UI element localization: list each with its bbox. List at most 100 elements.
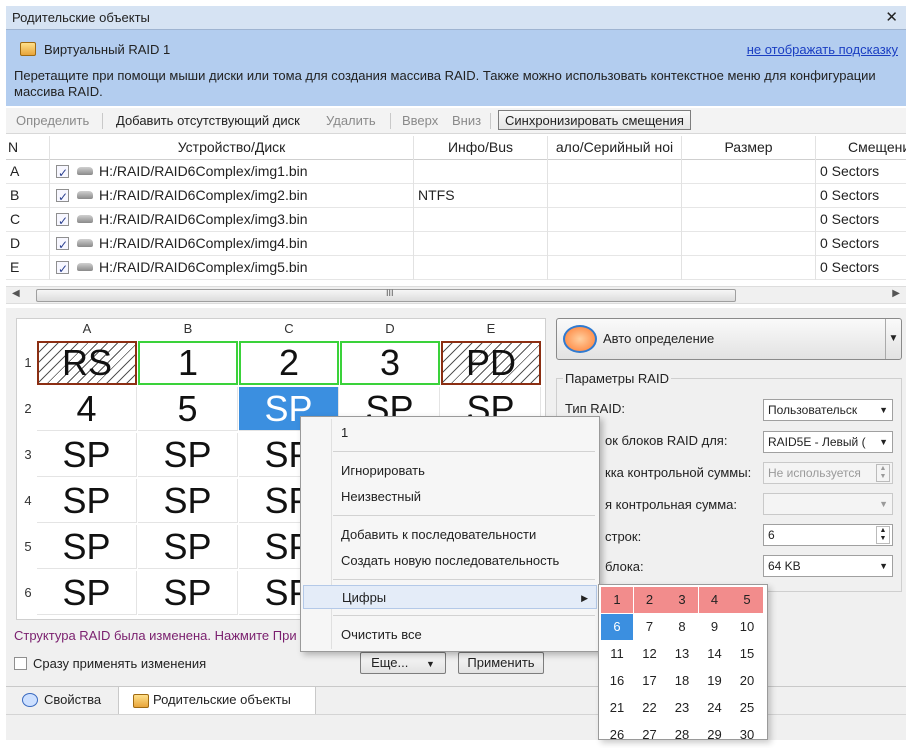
delete-button[interactable]: Удалить bbox=[326, 113, 376, 128]
apply-button[interactable]: Применить bbox=[458, 652, 544, 674]
digit-option[interactable]: 14 bbox=[699, 641, 731, 667]
scroll-left-icon[interactable]: ◀ bbox=[12, 288, 20, 299]
digit-option[interactable]: 6 bbox=[601, 614, 633, 640]
grid-cell[interactable]: SP bbox=[138, 571, 238, 615]
menu-item-clear-all[interactable]: Очистить все bbox=[341, 627, 422, 642]
digit-option[interactable]: 15 bbox=[731, 641, 763, 667]
digit-option[interactable]: 5 bbox=[731, 587, 763, 613]
digit-option[interactable]: 4 bbox=[698, 587, 731, 613]
grid-cell[interactable]: SP bbox=[138, 479, 238, 523]
grid-cell[interactable]: 2 bbox=[239, 341, 339, 385]
digit-option[interactable]: 18 bbox=[666, 668, 698, 694]
digit-option[interactable]: 23 bbox=[666, 695, 698, 721]
digit-option[interactable]: 20 bbox=[731, 668, 763, 694]
digit-option[interactable]: 26 bbox=[601, 722, 633, 748]
apply-immediately-checkbox[interactable]: Сразу применять изменения bbox=[14, 656, 206, 671]
grid-cell[interactable]: RS bbox=[37, 341, 137, 385]
col-header-size[interactable]: Размер bbox=[682, 136, 816, 160]
digit-option[interactable]: 12 bbox=[634, 641, 666, 667]
more-button[interactable]: Еще... ▼ bbox=[360, 652, 446, 674]
grid-cell[interactable]: PD bbox=[441, 341, 541, 385]
move-up-button[interactable]: Вверх bbox=[402, 113, 438, 128]
digit-option[interactable]: 10 bbox=[731, 614, 763, 640]
col-header-n[interactable]: N bbox=[6, 136, 50, 160]
table-row[interactable]: A H:/RAID/RAID6Complex/img1.bin 0 Sector… bbox=[6, 160, 906, 184]
digit-option[interactable]: 17 bbox=[634, 668, 666, 694]
grid-column-header[interactable]: E bbox=[441, 321, 541, 336]
grid-cell[interactable]: 5 bbox=[138, 387, 238, 431]
hide-hint-link[interactable]: не отображать подсказку bbox=[747, 42, 898, 57]
digit-option[interactable]: 16 bbox=[601, 668, 633, 694]
digit-option[interactable]: 1 bbox=[601, 587, 633, 613]
digit-option[interactable]: 2 bbox=[633, 587, 666, 613]
checkbox-checked-icon[interactable] bbox=[56, 258, 69, 280]
sync-offsets-button[interactable]: Синхронизировать смещения bbox=[498, 110, 691, 130]
row-info bbox=[414, 256, 548, 280]
col-header-device[interactable]: Устройство/Диск bbox=[50, 136, 414, 160]
table-hscrollbar[interactable]: ◀ III ▶ bbox=[6, 286, 906, 304]
checkbox-checked-icon[interactable] bbox=[56, 210, 69, 232]
digit-option[interactable]: 11 bbox=[601, 641, 633, 667]
close-icon[interactable]: ✕ bbox=[885, 8, 898, 26]
grid-cell[interactable]: 3 bbox=[340, 341, 440, 385]
checksum-field[interactable]: Не используется ▲ ▼ bbox=[763, 462, 893, 484]
grid-cell[interactable]: SP bbox=[37, 433, 137, 477]
digit-option[interactable]: 7 bbox=[634, 614, 666, 640]
scroll-right-icon[interactable]: ▶ bbox=[892, 288, 900, 299]
checksum-label: кка контрольной суммы: bbox=[605, 465, 752, 480]
col-header-serial[interactable]: ало/Серийный ноі bbox=[548, 136, 682, 160]
digit-option[interactable]: 28 bbox=[666, 722, 698, 748]
grid-column-header[interactable]: A bbox=[37, 321, 137, 336]
col-header-info[interactable]: Инфо/Bus bbox=[414, 136, 548, 160]
menu-item-digits[interactable]: Цифры ▶ bbox=[303, 585, 597, 609]
table-row[interactable]: D H:/RAID/RAID6Complex/img4.bin 0 Sector… bbox=[6, 232, 906, 256]
digit-option[interactable]: 8 bbox=[666, 614, 698, 640]
digit-option[interactable]: 29 bbox=[699, 722, 731, 748]
table-row[interactable]: C H:/RAID/RAID6Complex/img3.bin 0 Sector… bbox=[6, 208, 906, 232]
block-size-select[interactable]: 64 KB ▼ bbox=[763, 555, 893, 577]
grid-cell[interactable]: SP bbox=[138, 433, 238, 477]
menu-item-add-to-sequence[interactable]: Добавить к последовательности bbox=[341, 527, 536, 542]
detect-button[interactable]: Определить bbox=[16, 113, 89, 128]
menu-item-new-sequence[interactable]: Создать новую последовательность bbox=[341, 553, 559, 568]
digit-option[interactable]: 30 bbox=[731, 722, 763, 748]
digit-option[interactable]: 27 bbox=[634, 722, 666, 748]
checkbox-checked-icon[interactable] bbox=[56, 234, 69, 256]
rows-field[interactable]: 6 ▲ ▼ bbox=[763, 524, 893, 546]
digit-option[interactable]: 21 bbox=[601, 695, 633, 721]
digit-option[interactable]: 25 bbox=[731, 695, 763, 721]
grid-column-header[interactable]: C bbox=[239, 321, 339, 336]
grid-cell[interactable]: SP bbox=[138, 525, 238, 569]
col-header-offset[interactable]: Смещени bbox=[816, 136, 906, 160]
checksum2-select[interactable]: ▼ bbox=[763, 493, 893, 515]
row-size bbox=[682, 208, 816, 232]
grid-cell[interactable]: SP bbox=[37, 479, 137, 523]
grid-cell[interactable]: 1 bbox=[138, 341, 238, 385]
table-row[interactable]: E H:/RAID/RAID6Complex/img5.bin 0 Sector… bbox=[6, 256, 906, 280]
block-order-select[interactable]: RAID5E - Левый (▼ bbox=[763, 431, 893, 453]
table-row[interactable]: B H:/RAID/RAID6Complex/img2.bin NTFS 0 S… bbox=[6, 184, 906, 208]
raid-type-select[interactable]: Пользовательск ▼ bbox=[763, 399, 893, 421]
digit-option[interactable]: 19 bbox=[699, 668, 731, 694]
digit-option[interactable]: 9 bbox=[699, 614, 731, 640]
disk-icon bbox=[77, 191, 93, 199]
grid-column-header[interactable]: D bbox=[340, 321, 440, 336]
checkbox-checked-icon[interactable] bbox=[56, 162, 69, 184]
tab-properties[interactable]: Свойства bbox=[10, 687, 118, 715]
grid-column-header[interactable]: B bbox=[138, 321, 238, 336]
menu-item-unknown[interactable]: Неизвестный bbox=[341, 489, 421, 504]
auto-detect-button[interactable]: Авто определение ▼ bbox=[556, 318, 902, 360]
move-down-button[interactable]: Вниз bbox=[452, 113, 481, 128]
tab-parent-objects[interactable]: Родительские объекты bbox=[118, 687, 316, 715]
checkbox-checked-icon[interactable] bbox=[56, 186, 69, 208]
menu-item-ignore[interactable]: Игнорировать bbox=[341, 463, 425, 478]
grid-cell[interactable]: SP bbox=[37, 571, 137, 615]
digit-option[interactable]: 22 bbox=[634, 695, 666, 721]
digit-option[interactable]: 13 bbox=[666, 641, 698, 667]
digit-option[interactable]: 24 bbox=[699, 695, 731, 721]
grid-cell[interactable]: 4 bbox=[37, 387, 137, 431]
grid-cell[interactable]: SP bbox=[37, 525, 137, 569]
chevron-down-icon[interactable]: ▼ bbox=[885, 319, 901, 359]
digit-option[interactable]: 3 bbox=[666, 587, 698, 613]
add-missing-disk-button[interactable]: Добавить отсутствующий диск bbox=[116, 113, 300, 128]
